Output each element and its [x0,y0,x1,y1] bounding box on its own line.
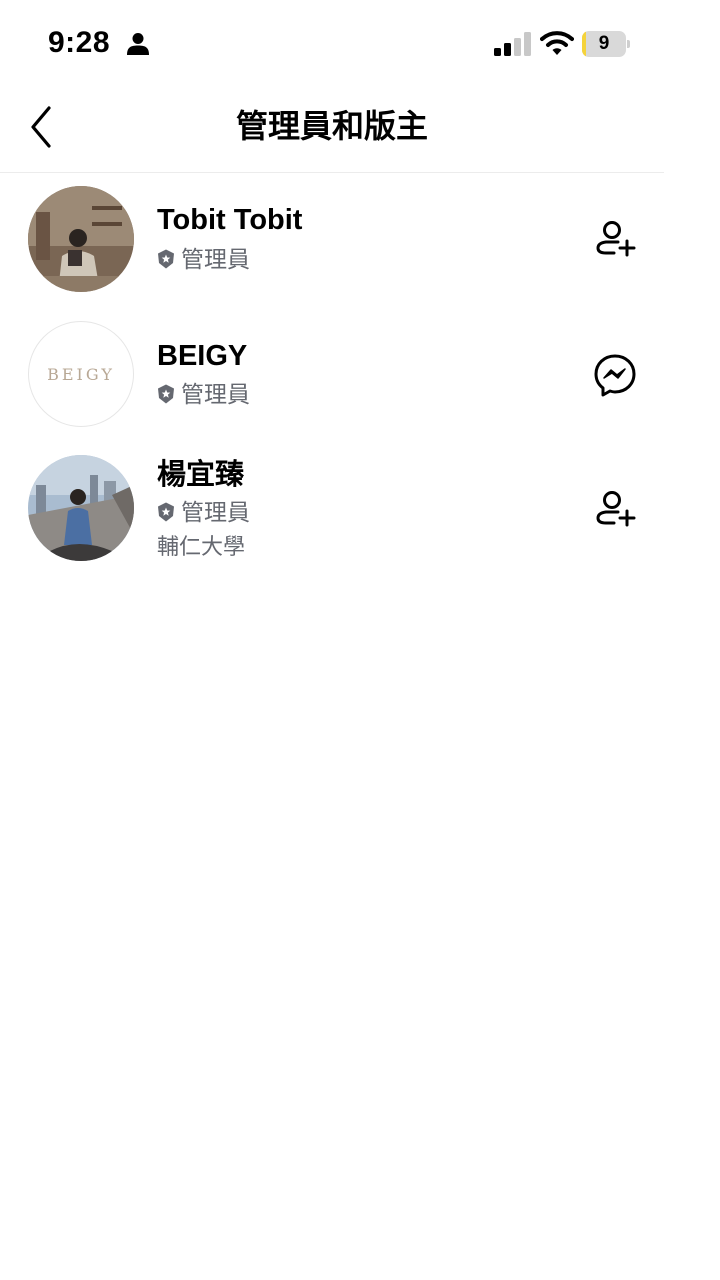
admin-shield-icon [158,384,174,404]
role-badge: 管理員 [157,379,250,409]
role-badge: 管理員 [157,244,250,274]
status-bar: 9:28 9 [0,0,720,88]
role-label: 管理員 [181,246,250,272]
person-icon [127,33,149,55]
header: 管理員和版主 [0,88,664,173]
member-name: BEIGY [157,340,248,372]
member-row[interactable]: BEIGY BEIGY 管理員 [0,307,664,441]
member-row[interactable]: Tobit Tobit 管理員 [0,173,664,307]
avatar[interactable]: BEIGY [28,321,134,427]
role-label: 管理員 [181,499,250,525]
admin-shield-icon [158,502,174,522]
avatar[interactable] [28,186,134,292]
messenger-icon[interactable] [592,352,638,398]
member-name: Tobit Tobit [157,204,303,236]
add-friend-icon[interactable] [592,217,638,263]
avatar-logo-text: BEIGY [47,364,115,384]
signal-icon [494,32,531,56]
avatar[interactable] [28,455,134,561]
role-label: 管理員 [181,381,250,407]
admin-shield-icon [158,249,174,269]
battery-level: 9 [598,33,610,54]
member-school: 輔仁大學 [157,534,246,559]
member-row[interactable]: 楊宜臻 管理員 輔仁大學 [0,441,664,575]
role-badge: 管理員 [157,497,250,527]
member-name: 楊宜臻 [157,459,245,491]
add-friend-icon[interactable] [592,487,638,533]
status-time: 9:28 [48,26,111,59]
page-title: 管理員和版主 [235,108,428,144]
battery-icon: 9 [582,31,630,57]
wifi-icon [540,31,574,55]
